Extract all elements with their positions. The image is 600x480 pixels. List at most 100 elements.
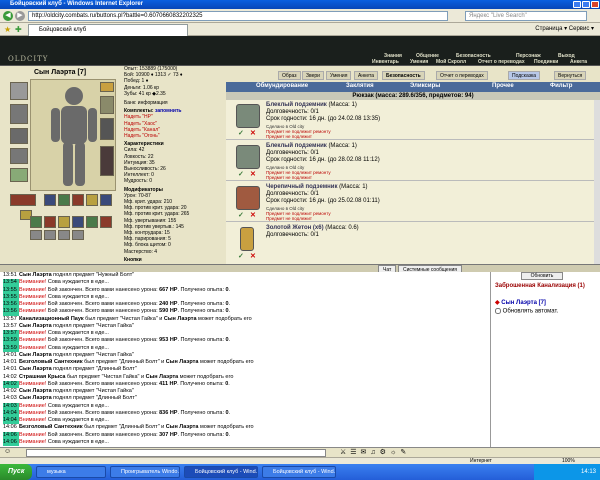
belt-slot[interactable] [10, 194, 36, 206]
taskbar-item-browser-2[interactable]: Бойцовский клуб - Wind... [262, 466, 336, 478]
chat-timestamp[interactable]: 14:06 [3, 424, 19, 431]
forward-icon[interactable]: ▶ [15, 11, 25, 21]
item-icon[interactable] [236, 104, 260, 128]
item-icon[interactable] [236, 145, 260, 169]
chat-highlight[interactable]: 953 HP [159, 337, 177, 343]
chat-timestamp[interactable]: 14:02 [3, 374, 19, 381]
chat-highlight[interactable]: Сын Лаэрта [19, 352, 52, 358]
taskbar-item-browser-1[interactable]: Бойцовский клуб - Wind... [184, 466, 258, 478]
url-input[interactable]: http://oldcity.combats.ru/buttons.pl?bat… [28, 11, 448, 21]
location-user[interactable]: ◆ Сын Лаэрта [7] [495, 299, 546, 306]
menu-scroll[interactable]: Мой Скролл [436, 59, 466, 65]
tab-hint[interactable]: Подсказка [508, 71, 541, 80]
menu-transfers[interactable]: Отчет о переводах [478, 59, 525, 65]
chat-highlight[interactable]: 667 HP [159, 287, 177, 293]
refresh-button[interactable]: Обновить [521, 272, 563, 280]
pocket-slot-2[interactable] [44, 230, 56, 240]
subtab-filter[interactable]: Фильтр [550, 83, 572, 89]
minimize-button[interactable] [573, 1, 581, 8]
use-icon[interactable]: ✓ [238, 171, 245, 178]
inventory-scrollbar[interactable] [594, 100, 600, 264]
use-icon[interactable]: ✓ [238, 253, 245, 260]
delete-icon[interactable]: ✕ [250, 171, 257, 178]
sets-remember-link[interactable]: запомнить [155, 108, 182, 114]
item-name[interactable]: Блеклый подземник (Масса: 1) [266, 102, 357, 108]
auto-refresh-checkbox[interactable] [495, 308, 501, 314]
chat-highlight[interactable]: Сын Лаэрта [19, 366, 52, 372]
chat-timestamp[interactable]: 14:06 [3, 431, 19, 439]
chat-timestamp[interactable]: 13:56 [3, 308, 19, 316]
chat-highlight[interactable]: 411 HP [159, 381, 177, 387]
chat-highlight[interactable]: Сын Лаэрта [19, 395, 52, 401]
chat-highlight[interactable]: 836 HP [159, 410, 177, 416]
scroll-slot-6[interactable] [100, 216, 112, 228]
maximize-button[interactable] [582, 1, 590, 8]
item-icon[interactable] [236, 186, 260, 210]
chat-timestamp[interactable]: 13:57 [3, 330, 19, 338]
item-name[interactable]: Черепичный подземник (Масса: 1) [266, 184, 368, 190]
taskbar-item-player[interactable]: Проигрыватель Windo... [110, 466, 180, 478]
bank-link[interactable]: Банк: информация [124, 100, 220, 106]
pocket-slot-1[interactable] [30, 230, 42, 240]
rune-slot-3[interactable] [72, 194, 84, 206]
helmet-slot[interactable] [10, 82, 28, 100]
token-icon[interactable] [240, 227, 254, 251]
weapon-slot-4[interactable] [10, 168, 28, 182]
pocket-slot-4[interactable] [72, 230, 84, 240]
chat-highlight[interactable]: Канализационный Паук [19, 316, 84, 322]
chat-input[interactable] [26, 449, 326, 457]
chat-timestamp[interactable]: 14:02 [3, 388, 19, 395]
chat-highlight[interactable]: Сын Лаэрта [19, 323, 52, 329]
amulet-slot[interactable] [100, 82, 114, 92]
tab-return[interactable]: Вернуться [554, 71, 587, 80]
scroll-slot-3[interactable] [58, 216, 70, 228]
delete-icon[interactable]: ✕ [250, 253, 257, 260]
chat-highlight[interactable]: 307 HP [159, 432, 177, 438]
item-name[interactable]: Блеклый подземник (Масса: 1) [266, 143, 357, 149]
close-button[interactable] [591, 1, 599, 8]
chat-timestamp[interactable]: 13:57 [3, 323, 19, 330]
chat-timestamp[interactable]: 14:03 [3, 402, 19, 410]
chat-timestamp[interactable]: 13:55 [3, 286, 19, 294]
scroll-slot-5[interactable] [86, 216, 98, 228]
add-favorites-icon[interactable]: ✚ [15, 25, 22, 34]
tab-image[interactable]: Образ [278, 71, 301, 80]
start-button[interactable]: Пуск [0, 464, 32, 480]
rune-slot-1[interactable] [44, 194, 56, 206]
pocket-slot-3[interactable] [58, 230, 70, 240]
chat-highlight[interactable]: 240 HP [159, 301, 177, 307]
scroll-slot-1[interactable] [30, 216, 42, 228]
rune-slot-4[interactable] [86, 194, 98, 206]
scroll-slot-2[interactable] [44, 216, 56, 228]
chat-highlight[interactable]: Сын Лаэрта [146, 374, 179, 380]
chat-log[interactable]: 13:51 Сын Лаэрта поднял предмет "Нужный Б… [0, 272, 490, 447]
chat-highlight[interactable]: Сын Лаэрта [166, 424, 199, 430]
menu-inventory[interactable]: Инвентарь [372, 59, 399, 65]
gloves-slot[interactable] [100, 96, 114, 114]
toolbar-tools[interactable]: Страница ▾ Сервис ▾ [535, 25, 594, 34]
chat-tools-icons[interactable]: ⚔☰✉♫⚙☼✎ [340, 448, 410, 456]
subtab-other[interactable]: Прочее [492, 83, 514, 89]
menu-fights[interactable]: Поединки [534, 59, 558, 65]
subtab-spells[interactable]: Заклятия [346, 83, 374, 89]
chat-highlight[interactable]: Сын Лаэрта [164, 316, 197, 322]
chat-timestamp[interactable]: 13:54 [3, 279, 19, 287]
chat-highlight[interactable]: Сын Лаэрта [19, 272, 52, 278]
chat-timestamp[interactable]: 13:59 [3, 344, 19, 352]
chat-timestamp[interactable]: 13:51 [3, 272, 19, 279]
item-name[interactable]: Золотой Жетон (x6) (Масса: 0.6) [266, 225, 359, 231]
search-input[interactable]: Яндекс "Live Search" [465, 11, 587, 21]
chat-highlight[interactable]: Безголовый Сантехник [19, 424, 83, 430]
use-icon[interactable]: ✓ [238, 130, 245, 137]
weapon-slot-3[interactable] [10, 148, 28, 164]
subtab-equipment[interactable]: Обмундирование [256, 83, 308, 89]
chat-timestamp[interactable]: 14:01 [3, 352, 19, 359]
tab-transfers[interactable]: Отчет о переводах [436, 71, 488, 80]
tab-security[interactable]: Безопасность [382, 71, 425, 80]
boots-slot[interactable] [100, 146, 114, 176]
chat-timestamp[interactable]: 13:56 [3, 301, 19, 309]
menu-skills[interactable]: Умения [410, 59, 428, 65]
shield-slot[interactable] [100, 118, 114, 140]
chat-timestamp[interactable]: 14:01 [3, 359, 19, 366]
chat-timestamp[interactable]: 13:57 [3, 316, 19, 323]
